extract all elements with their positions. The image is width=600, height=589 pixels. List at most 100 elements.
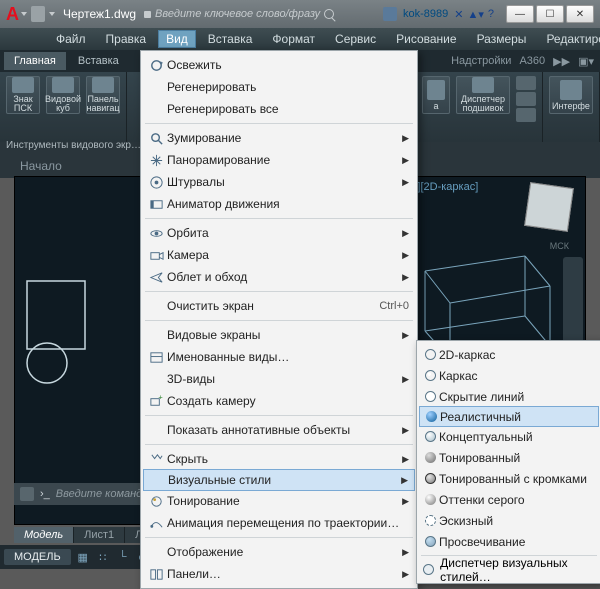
ribbon-expand-icon[interactable]: ▣▾ (578, 55, 594, 68)
drawing-object (23, 277, 93, 387)
interface-button[interactable]: Интерфе (549, 76, 593, 114)
menu-item[interactable]: Панели…▶ (143, 563, 415, 585)
menu-item[interactable]: 3D-виды▶ (143, 368, 415, 390)
menu-item[interactable]: Штурвалы▶ (143, 171, 415, 193)
layout-tab[interactable]: Модель (14, 527, 74, 543)
status-model-button[interactable]: МОДЕЛЬ (4, 549, 71, 565)
submenu-item[interactable]: Тонированный (419, 447, 599, 468)
snap-icon[interactable]: ∷ (95, 549, 111, 565)
orbit-icon (145, 224, 167, 242)
palette-button[interactable]: а (422, 76, 450, 114)
menu-сервис[interactable]: Сервис (327, 30, 384, 48)
submenu-arrow-icon: ▶ (402, 569, 409, 580)
qat-btn[interactable] (31, 6, 45, 22)
menu-item[interactable]: Тонирование▶ (143, 490, 415, 512)
exchange-icon[interactable]: ✕ (454, 8, 463, 21)
ribbon-right-tab[interactable]: A360 (519, 55, 545, 68)
viewport-controls-label[interactable]: д][2D-каркас] (411, 181, 478, 193)
style-ball-icon (421, 494, 439, 505)
menu-item-label: Зумирование (167, 131, 402, 145)
qat-dropdown-icon[interactable] (49, 12, 55, 16)
zoom-icon (145, 129, 167, 147)
submenu-visual-styles: 2D-каркасКаркасСкрытие линийРеалистичный… (416, 340, 600, 584)
navbar-button[interactable]: Панель навигац (86, 76, 120, 114)
submenu-item[interactable]: Эскизный (419, 510, 599, 531)
style-ball-icon (421, 391, 439, 402)
menu-item[interactable]: +Создать камеру (143, 390, 415, 412)
ucs-icon-button[interactable]: Знак ПСК (6, 76, 40, 114)
menu-item[interactable]: Именованные виды… (143, 346, 415, 368)
menu-item[interactable]: Регенерировать все (143, 98, 415, 120)
menu-item[interactable]: Зумирование▶ (143, 127, 415, 149)
help-dropdown-icon[interactable]: ▲▾ (467, 8, 483, 21)
menu-рисование[interactable]: Рисование (388, 30, 464, 48)
viewcube[interactable] (524, 182, 574, 232)
submenu-item[interactable]: Оттенки серого (419, 489, 599, 510)
help-icon[interactable]: ? (488, 8, 494, 21)
menu-правка[interactable]: Правка (98, 30, 155, 48)
menu-item[interactable]: Визуальные стили▶ (143, 469, 415, 491)
menu-item-label: Регенерировать (167, 80, 409, 94)
submenu-item-label: Оттенки серого (439, 493, 525, 507)
menu-item[interactable]: Освежить (143, 54, 415, 76)
menu-редактировать[interactable]: Редактировать (538, 30, 600, 48)
submenu-item[interactable]: 2D-каркас (419, 344, 599, 365)
menu-item[interactable]: Скрыть▶ (143, 448, 415, 470)
menu-item[interactable]: Аниматор движения (143, 193, 415, 215)
layout-tab[interactable]: Лист1 (74, 527, 125, 543)
user-avatar-icon[interactable] (383, 7, 397, 21)
ribbon-tab[interactable]: Главная (4, 52, 66, 70)
featured-apps-icon[interactable]: ▶▶ (553, 55, 570, 68)
submenu-arrow-icon: ▶ (402, 547, 409, 558)
submenu-item[interactable]: Реалистичный (419, 406, 599, 427)
maximize-button[interactable]: ☐ (536, 5, 564, 23)
small-btn[interactable] (516, 76, 536, 90)
small-btn[interactable] (516, 92, 536, 106)
grid-icon[interactable]: ▦ (75, 549, 91, 565)
menu-item[interactable]: Показать аннотативные объекты▶ (143, 419, 415, 441)
submenu-item[interactable]: Тонированный с кромками (419, 468, 599, 489)
menu-item[interactable]: Отображение▶ (143, 541, 415, 563)
menu-item[interactable]: Орбита▶ (143, 222, 415, 244)
menu-файл[interactable]: Файл (48, 30, 94, 48)
menu-item-label: Орбита (167, 226, 402, 240)
submenu-item[interactable]: Каркас (419, 365, 599, 386)
minimize-button[interactable]: — (506, 5, 534, 23)
app-logo[interactable]: A (6, 4, 27, 25)
menu-формат[interactable]: Формат (264, 30, 323, 48)
menu-bar: ФайлПравкаВидВставкаФорматСервисРисовани… (0, 28, 600, 50)
menu-item[interactable]: Видовые экраны▶ (143, 324, 415, 346)
submenu-arrow-icon: ▶ (402, 155, 409, 166)
submenu-item[interactable]: Диспетчер визуальных стилей… (419, 559, 599, 580)
submenu-item[interactable]: Просвечивание (419, 531, 599, 552)
menu-item[interactable]: Регенерировать (143, 76, 415, 98)
menu-item-label: Именованные виды… (167, 350, 409, 364)
menu-вид[interactable]: Вид (158, 30, 196, 48)
ribbon-tab[interactable]: Вставка (68, 52, 129, 70)
close-button[interactable]: ✕ (566, 5, 594, 23)
submenu-item[interactable]: Скрытие линий (419, 386, 599, 407)
search-arrow-icon (144, 11, 151, 18)
file-tab-start[interactable]: Начало (6, 156, 76, 176)
submenu-item[interactable]: Концептуальный (419, 426, 599, 447)
ribbon-right-tab[interactable]: Надстройки (451, 55, 511, 68)
blank-icon (145, 100, 167, 118)
panels-icon (145, 565, 167, 583)
menu-item[interactable]: Камера▶ (143, 244, 415, 266)
menu-вставка[interactable]: Вставка (200, 30, 261, 48)
menu-item[interactable]: Анимация перемещения по траектории… (143, 512, 415, 534)
cmd-close-icon[interactable] (20, 487, 34, 501)
style-ball-icon (421, 370, 439, 381)
ribbon-panel-view-tools: Знак ПСК Видовой куб Панель навигац (0, 72, 127, 142)
menu-item[interactable]: Панорамирование▶ (143, 149, 415, 171)
menu-размеры[interactable]: Размеры (469, 30, 535, 48)
user-name[interactable]: kok-8989 (403, 8, 448, 20)
menu-item[interactable]: Облет и обход▶ (143, 266, 415, 288)
help-search[interactable]: Введите ключевое слово/фразу (144, 8, 334, 20)
render-icon (145, 492, 167, 510)
menu-item[interactable]: Очистить экранCtrl+0 (143, 295, 415, 317)
small-btn[interactable] (516, 108, 536, 122)
viewcube-button[interactable]: Видовой куб (46, 76, 80, 114)
sheetset-button[interactable]: Диспетчер подшивок (456, 76, 510, 114)
ortho-icon[interactable]: └ (115, 549, 131, 565)
